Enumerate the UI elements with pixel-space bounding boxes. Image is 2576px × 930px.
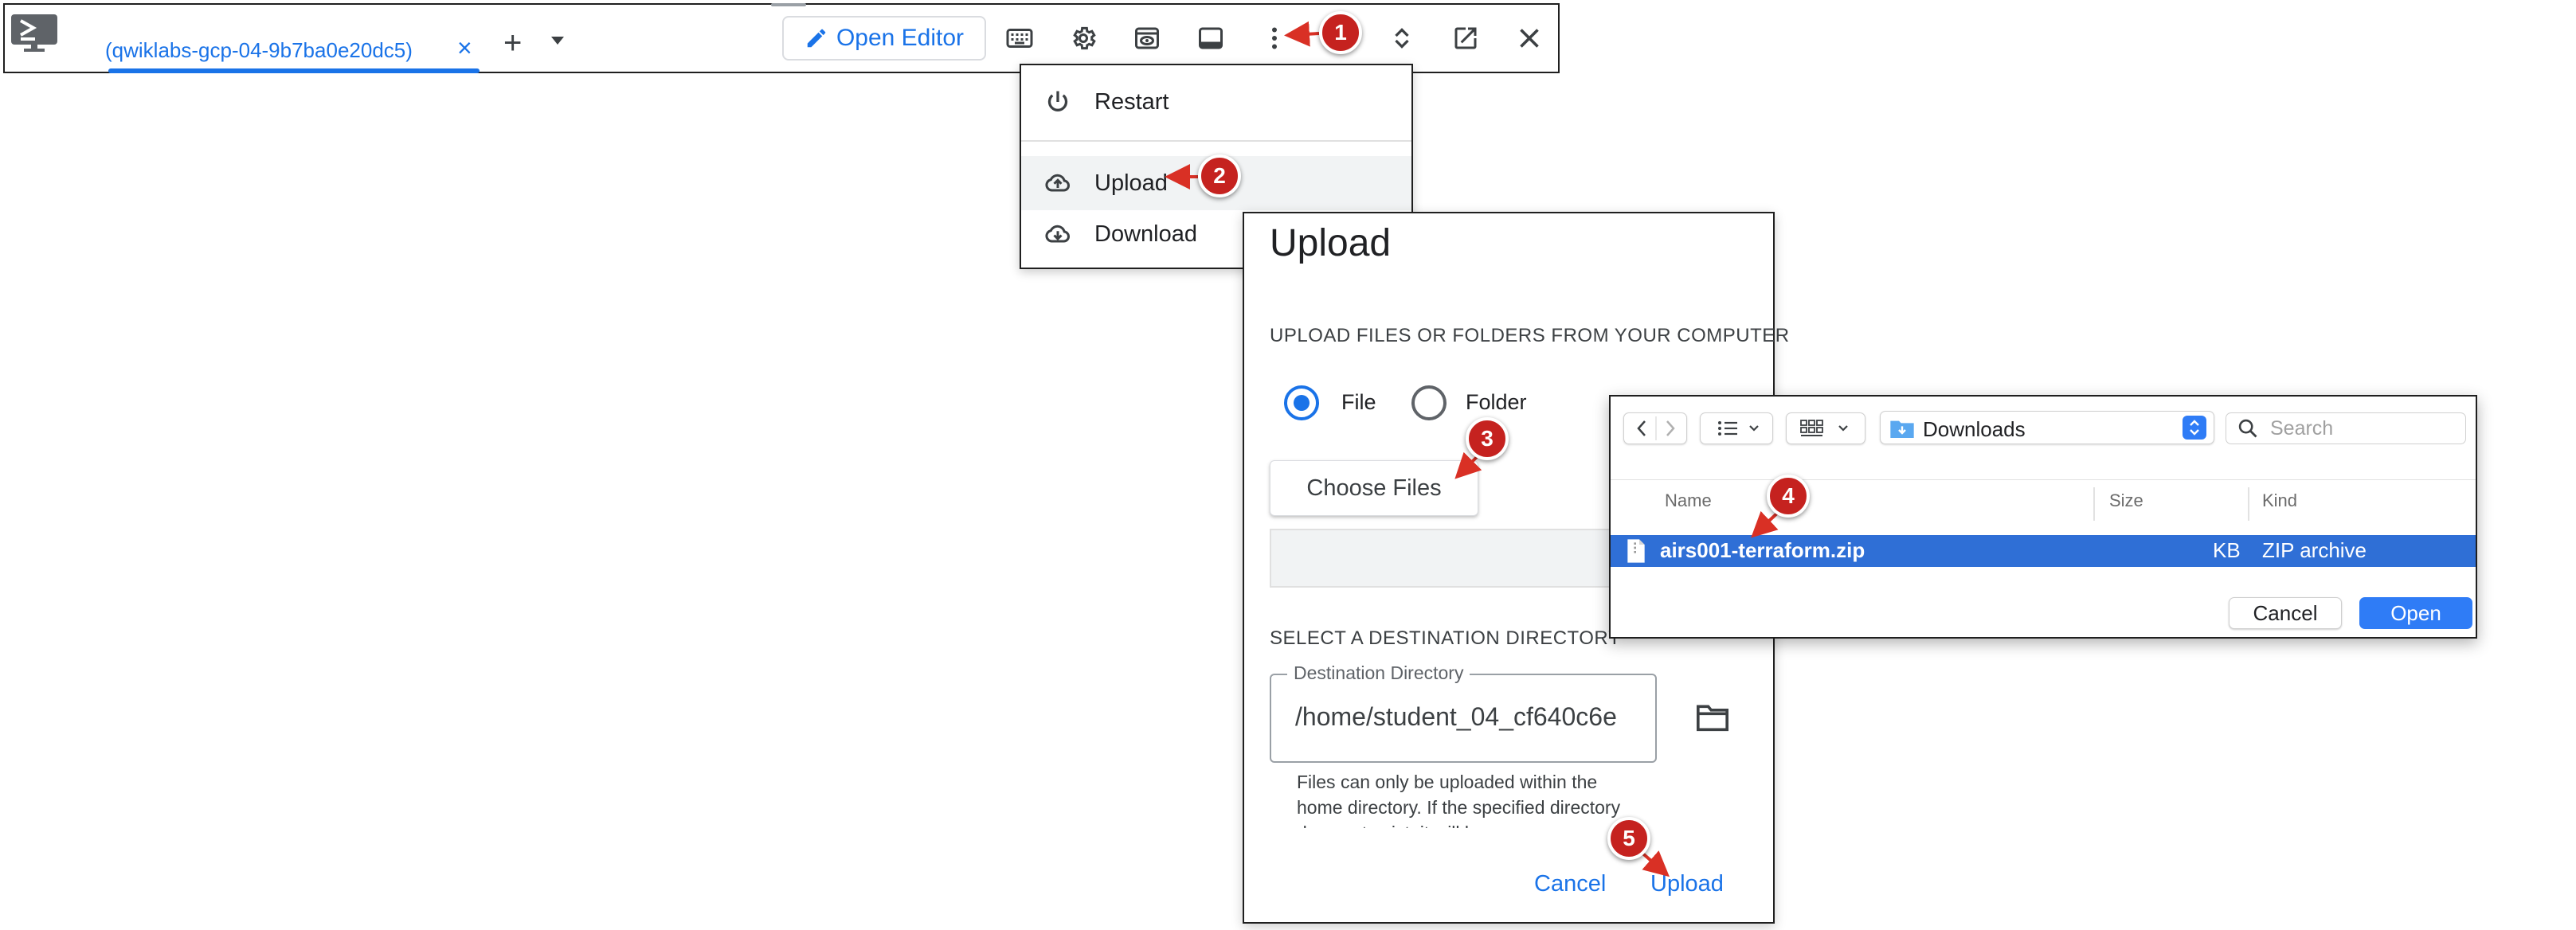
callout-badge: 3 xyxy=(1466,417,1509,460)
callout-badge: 1 xyxy=(1319,11,1362,54)
callout-badge: 4 xyxy=(1767,475,1810,518)
callout-arrows xyxy=(1165,21,1783,877)
callout-badge: 2 xyxy=(1198,154,1241,197)
callout-badge: 5 xyxy=(1607,817,1650,860)
